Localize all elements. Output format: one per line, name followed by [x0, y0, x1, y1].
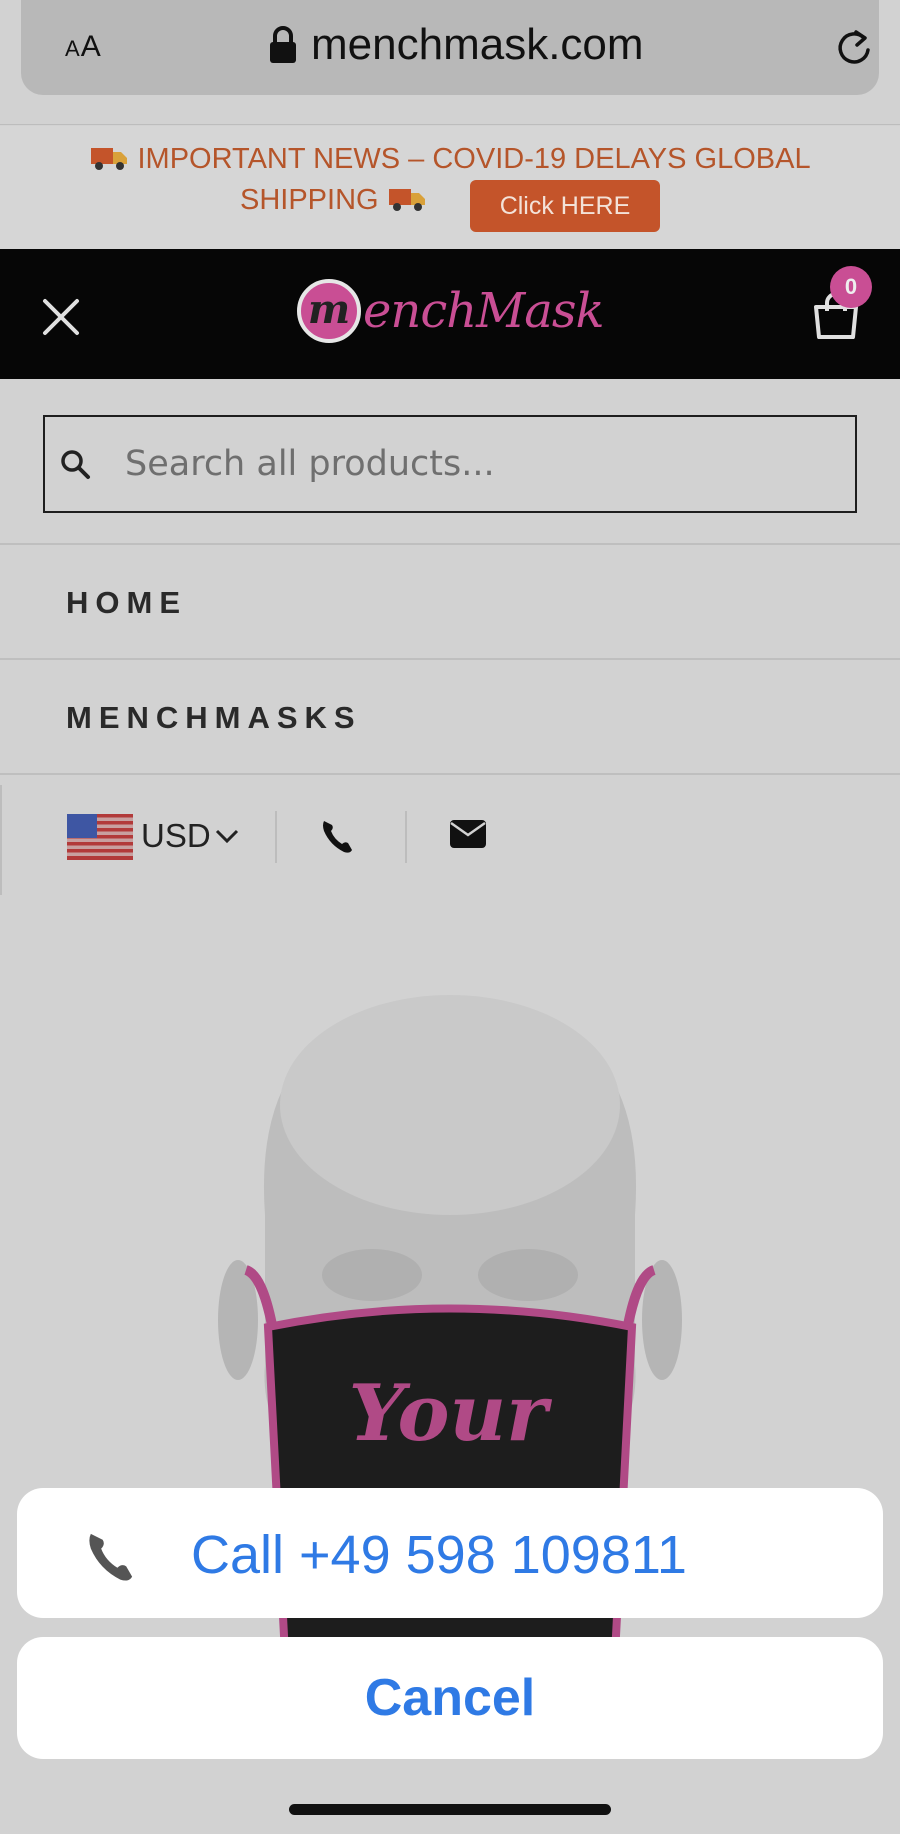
call-label: Call +49 598 109811 [191, 1525, 687, 1585]
announcement-line-2: SHIPPING [240, 183, 427, 217]
divider [405, 811, 407, 863]
phone-icon[interactable] [320, 817, 354, 855]
announcement-bar: IMPORTANT NEWS – COVID-19 DELAYS GLOBAL … [0, 126, 900, 249]
cart-count-badge: 0 [830, 266, 872, 308]
truck-icon [91, 148, 128, 170]
nav-item-menchmasks[interactable]: MENCHMASKS [0, 661, 900, 775]
click-here-button[interactable]: Click HERE [470, 180, 660, 232]
nav-item-home[interactable]: HOME [0, 546, 900, 660]
search-input[interactable] [125, 444, 805, 484]
divider [0, 785, 2, 903]
phone-icon [89, 1533, 133, 1581]
announcement-text-1: IMPORTANT NEWS – COVID-19 DELAYS GLOBAL [137, 143, 811, 175]
currency-selector[interactable]: USD [141, 817, 211, 855]
browser-chrome: AA menchmask.com [0, 0, 900, 125]
nav-item-label: MENCHMASKS [66, 700, 362, 735]
search-section [0, 379, 900, 545]
url-text: menchmask.com [311, 20, 644, 69]
reload-icon[interactable] [834, 26, 874, 68]
url-display[interactable]: menchmask.com [269, 20, 644, 70]
chevron-down-icon[interactable] [215, 829, 239, 843]
envelope-icon[interactable] [449, 819, 487, 849]
us-flag-icon [67, 814, 133, 860]
cancel-label: Cancel [364, 1669, 536, 1727]
divider [275, 811, 277, 863]
site-header: m enchMask 0 [0, 249, 900, 379]
nav-item-label: HOME [66, 585, 187, 620]
site-logo[interactable]: m enchMask [297, 279, 605, 343]
logo-text: enchMask [363, 283, 605, 339]
mask-text: Your [349, 1368, 553, 1459]
text-size-button[interactable]: AA [65, 30, 102, 64]
address-bar[interactable]: AA menchmask.com [21, 0, 879, 95]
utility-row: USD [0, 777, 900, 903]
close-icon[interactable] [42, 298, 80, 336]
call-option-button[interactable]: Call +49 598 109811 [17, 1488, 883, 1618]
home-indicator[interactable] [289, 1804, 611, 1815]
search-box[interactable] [43, 415, 857, 513]
search-icon [61, 450, 90, 479]
logo-mark: m [297, 279, 361, 343]
lock-icon [270, 26, 296, 63]
announcement-line-1: IMPORTANT NEWS – COVID-19 DELAYS GLOBAL [0, 142, 900, 176]
truck-icon [388, 189, 425, 211]
cancel-button[interactable]: Cancel [17, 1637, 883, 1759]
announcement-text-2: SHIPPING [240, 184, 379, 216]
